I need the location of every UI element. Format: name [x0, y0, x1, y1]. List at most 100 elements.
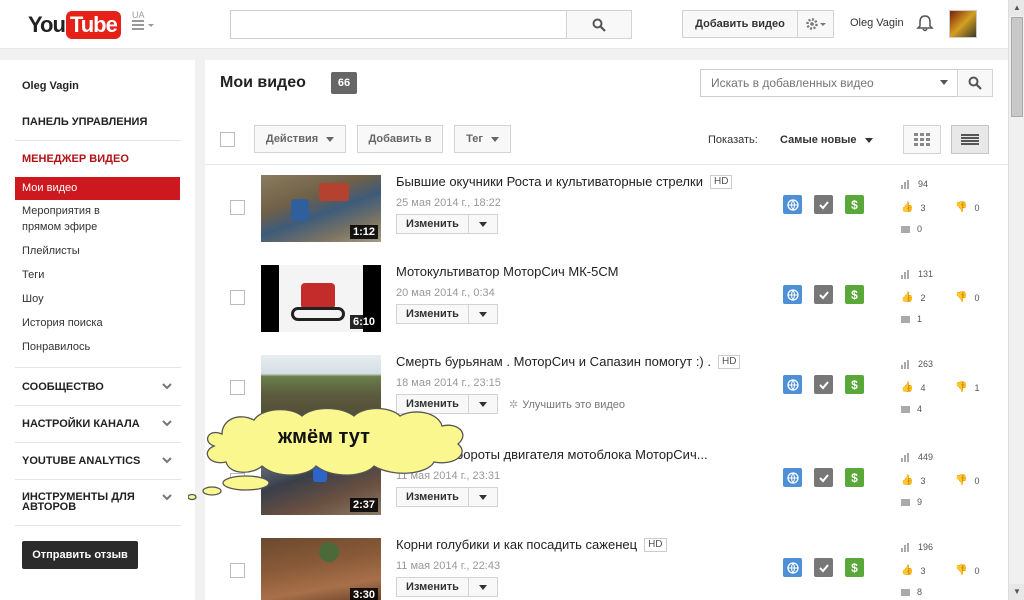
video-title-text[interactable]: Бывшие окучники Роста и культиваторные с… — [396, 174, 703, 189]
globe-icon[interactable] — [783, 285, 802, 304]
video-thumbnail[interactable]: 6:10 — [261, 265, 381, 332]
grid-view-button[interactable] — [903, 125, 941, 154]
dislikes-count: 0 — [974, 475, 980, 486]
dislike-icon: 👎 — [955, 202, 968, 213]
sidebar-item-playlists[interactable]: Плейлисты — [22, 243, 80, 259]
select-all-checkbox[interactable] — [220, 132, 235, 147]
check-icon[interactable] — [814, 195, 833, 214]
views-icon — [901, 542, 911, 552]
chevron-down-icon[interactable] — [162, 492, 172, 502]
user-name[interactable]: Oleg Vagin — [850, 17, 904, 29]
video-search-input[interactable] — [700, 69, 957, 97]
settings-button[interactable] — [798, 10, 834, 38]
comments-stat: 8 — [901, 587, 922, 597]
sidebar-section-analytics[interactable]: YOUTUBE ANALYTICS — [22, 455, 140, 467]
show-label: Показать: — [708, 134, 758, 146]
chevron-down-icon[interactable] — [162, 418, 172, 428]
video-search-button[interactable] — [957, 69, 993, 97]
list-view-button[interactable] — [951, 125, 989, 154]
scrollbar[interactable]: ▲ ▼ — [1008, 0, 1024, 600]
chevron-down-icon[interactable] — [162, 381, 172, 391]
scroll-up-icon[interactable]: ▲ — [1009, 0, 1024, 16]
tag-dropdown[interactable]: Тег — [454, 125, 511, 153]
video-title[interactable]: Бывшие окучники Роста и культиваторные с… — [396, 174, 733, 189]
sidebar-item-video-manager[interactable]: МЕНЕДЖЕР ВИДЕО — [22, 153, 129, 165]
search-button[interactable] — [566, 10, 632, 39]
edit-label[interactable]: Изменить — [397, 215, 469, 233]
divider — [15, 140, 181, 141]
actions-dropdown[interactable]: Действия — [254, 125, 346, 153]
globe-icon[interactable] — [783, 468, 802, 487]
edit-menu-button[interactable] — [469, 305, 497, 323]
chevron-down-icon[interactable] — [162, 455, 172, 465]
video-thumbnail[interactable]: 1:12 — [261, 175, 381, 242]
hd-badge: HD — [717, 354, 741, 369]
improve-video-link[interactable]: ✲ Улучшить это видео — [509, 398, 625, 412]
edit-label[interactable]: Изменить — [397, 578, 469, 596]
sidebar-item-search-history[interactable]: История поиска — [22, 315, 103, 331]
check-icon[interactable] — [814, 285, 833, 304]
check-icon[interactable] — [814, 558, 833, 577]
video-checkbox[interactable] — [230, 200, 245, 215]
sidebar-section-channel-settings[interactable]: НАСТРОЙКИ КАНАЛА — [22, 418, 140, 430]
caret-down-icon — [490, 136, 499, 142]
video-checkbox[interactable] — [230, 290, 245, 305]
guide-button[interactable] — [130, 17, 158, 33]
send-feedback-button[interactable]: Отправить отзыв — [22, 541, 138, 569]
sidebar-item-shows[interactable]: Шоу — [22, 291, 44, 307]
scroll-down-icon[interactable]: ▼ — [1009, 584, 1024, 600]
sidebar-item-tags[interactable]: Теги — [22, 267, 44, 283]
video-title[interactable]: Мотокультиватор МоторСич МК-5СМ — [396, 264, 618, 279]
video-title-text[interactable]: Корни голубики и как посадить саженец — [396, 537, 637, 552]
edit-menu-button[interactable] — [469, 488, 497, 506]
logo-tube: Tube — [65, 11, 121, 39]
edit-menu-button[interactable] — [469, 215, 497, 233]
sidebar-section-creator-tools[interactable]: ИНСТРУМЕНТЫ ДЛЯ АВТОРОВ — [22, 492, 147, 513]
edit-menu-button[interactable] — [469, 395, 497, 413]
globe-icon[interactable] — [783, 375, 802, 394]
video-thumbnail[interactable]: 3:30 — [261, 538, 381, 600]
edit-label[interactable]: Изменить — [397, 305, 469, 323]
dollar-icon[interactable]: $ — [845, 558, 864, 577]
dislikes-stat: 👎 0 — [955, 565, 979, 576]
check-icon[interactable] — [814, 468, 833, 487]
edit-button[interactable]: Изменить — [396, 214, 498, 234]
video-title-text[interactable]: Смерть бурьянам . МоторСич и Сапазин пом… — [396, 354, 711, 369]
edit-button[interactable]: Изменить — [396, 577, 498, 597]
like-icon: 👍 — [901, 382, 914, 393]
dollar-icon[interactable]: $ — [845, 468, 864, 487]
sidebar-item-my-videos[interactable]: Мои видео — [15, 177, 180, 200]
sidebar-item-dashboard[interactable]: ПАНЕЛЬ УПРАВЛЕНИЯ — [22, 116, 147, 128]
add-to-button[interactable]: Добавить в — [357, 125, 443, 153]
callout-text: жмём тут — [278, 426, 370, 448]
check-icon[interactable] — [814, 375, 833, 394]
sidebar-user-name[interactable]: Oleg Vagin — [22, 80, 79, 92]
sidebar-item-live-events[interactable]: Мероприятия в прямом эфире — [22, 203, 122, 235]
notifications-button[interactable] — [915, 13, 935, 33]
search-dropdown-icon[interactable] — [940, 80, 948, 85]
avatar[interactable] — [949, 10, 977, 38]
comment-icon — [901, 405, 910, 413]
edit-menu-button[interactable] — [469, 578, 497, 596]
dollar-icon[interactable]: $ — [845, 285, 864, 304]
video-checkbox[interactable] — [230, 380, 245, 395]
sidebar-section-community[interactable]: СООБЩЕСТВО — [22, 381, 104, 393]
dislikes-stat: 👎 0 — [955, 202, 979, 213]
upload-button[interactable]: Добавить видео — [682, 10, 798, 38]
video-title[interactable]: Смерть бурьянам . МоторСич и Сапазин пом… — [396, 354, 741, 369]
comment-icon — [901, 588, 910, 596]
scroll-thumb[interactable] — [1011, 17, 1023, 117]
video-checkbox[interactable] — [230, 563, 245, 578]
sidebar-item-liked[interactable]: Понравилось — [22, 339, 90, 355]
globe-icon[interactable] — [783, 558, 802, 577]
video-title[interactable]: Корни голубики и как посадить саженец HD — [396, 537, 667, 552]
globe-icon[interactable] — [783, 195, 802, 214]
sort-dropdown[interactable]: Самые новые — [780, 134, 873, 146]
search-input[interactable] — [230, 10, 566, 39]
edit-button[interactable]: Изменить — [396, 304, 498, 324]
dollar-icon[interactable]: $ — [845, 375, 864, 394]
youtube-logo[interactable]: You Tube UA — [28, 10, 145, 40]
dollar-icon[interactable]: $ — [845, 195, 864, 214]
video-title-text[interactable]: Мотокультиватор МоторСич МК-5СМ — [396, 264, 618, 279]
like-icon: 👍 — [901, 292, 914, 303]
